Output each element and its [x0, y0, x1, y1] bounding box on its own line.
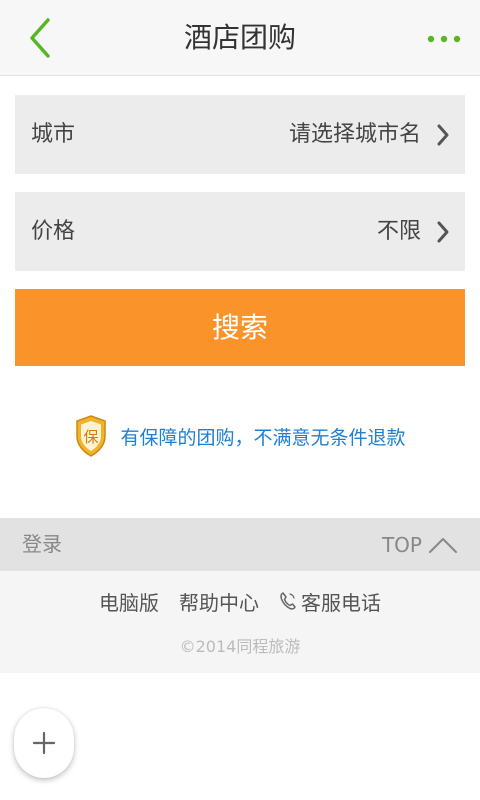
more-button[interactable]	[422, 22, 466, 56]
shield-badge-char: 保	[84, 428, 99, 446]
footer-links: 电脑版 帮助中心 客服电话	[0, 585, 480, 617]
page-title: 酒店团购	[183, 21, 296, 54]
city-value: 请选择城市名	[288, 122, 421, 147]
guarantee-notice: 保 有保障的团购，不满意无条件退款	[0, 412, 480, 460]
footer-bar: 登录 TOP	[0, 518, 480, 571]
footer-area: 电脑版 帮助中心 客服电话 ©2014同程旅游	[0, 571, 480, 673]
help-center-link[interactable]: 帮助中心	[179, 587, 259, 616]
copyright-text: ©2014同程旅游	[179, 637, 301, 656]
desktop-version-link[interactable]: 电脑版	[99, 587, 159, 616]
chevron-right-icon	[437, 124, 449, 146]
city-selector-row[interactable]: 城市 请选择城市名	[15, 95, 465, 174]
floating-add-button[interactable]	[14, 708, 74, 778]
shield-badge-icon: 保	[76, 415, 107, 457]
chevron-up-icon	[429, 537, 457, 553]
price-label: 价格	[31, 219, 76, 244]
price-value: 不限	[376, 219, 421, 244]
more-dots-icon	[427, 35, 461, 43]
search-button[interactable]: 搜索	[15, 289, 465, 366]
phone-icon	[280, 592, 296, 610]
guarantee-text: 有保障的团购，不满意无条件退款	[120, 426, 406, 449]
customer-service-link[interactable]: 客服电话	[279, 587, 381, 616]
login-link[interactable]: 登录	[22, 518, 62, 571]
back-button[interactable]	[18, 14, 62, 62]
back-to-top-button[interactable]: TOP	[382, 518, 458, 571]
price-selector-row[interactable]: 价格 不限	[15, 192, 465, 271]
top-header: 酒店团购	[0, 0, 480, 76]
top-label: TOP	[381, 532, 422, 557]
hotel-group-buy-page: 酒店团购 城市 请选择城市名 价格 不限 搜索 保 有保障的团购，不满意无条件退…	[0, 0, 480, 800]
chevron-left-icon	[30, 18, 50, 58]
city-label: 城市	[31, 122, 76, 147]
chevron-right-icon	[437, 221, 449, 243]
plus-icon	[32, 731, 56, 755]
customer-service-label: 客服电话	[301, 590, 381, 615]
